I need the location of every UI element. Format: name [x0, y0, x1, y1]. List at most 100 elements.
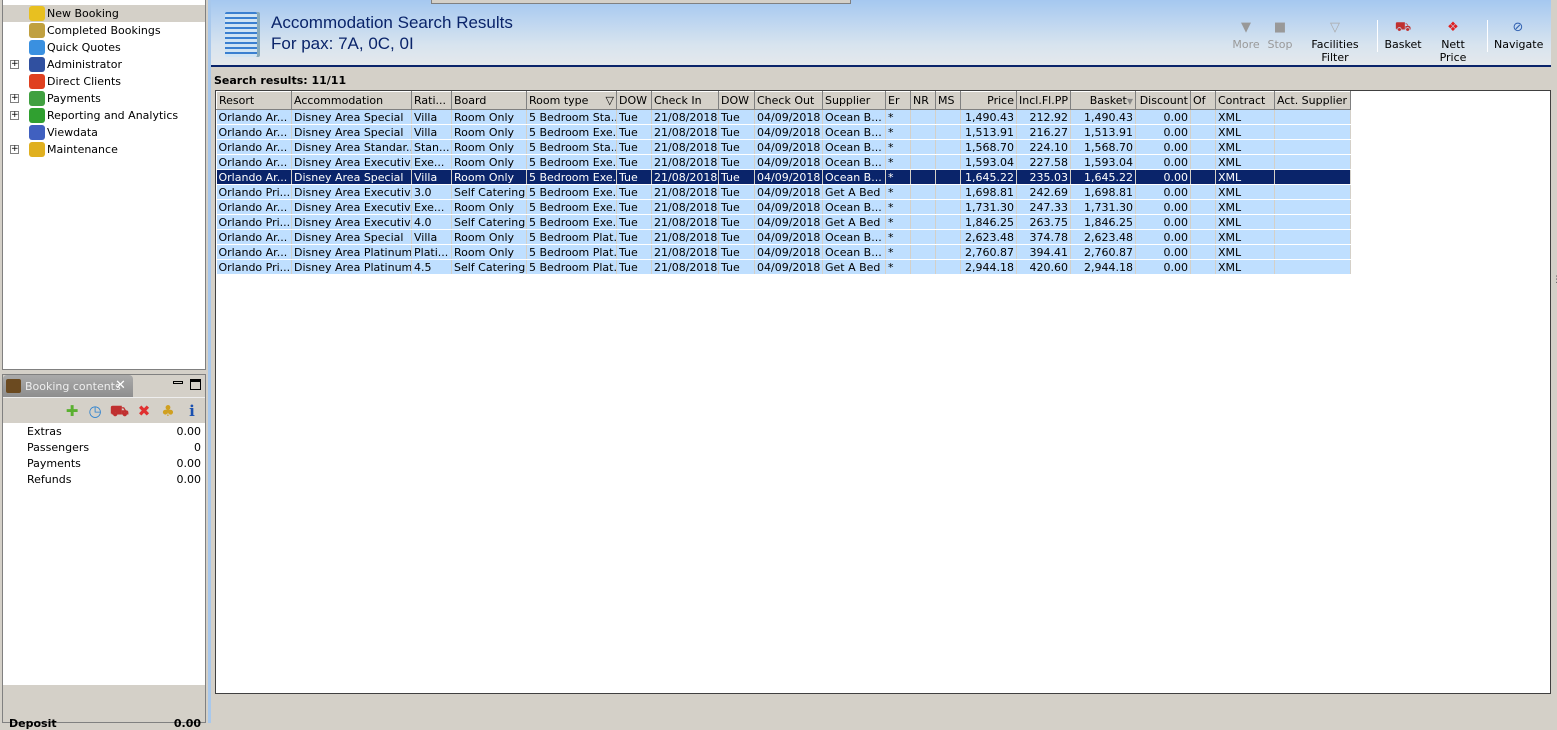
cell-supplier: Ocean B... [822, 139, 886, 155]
nav-item-reporting-and-analytics[interactable]: + Reporting and Analytics [3, 107, 205, 124]
cell-discount: 0.00 [1135, 244, 1191, 260]
minimize-button[interactable] [173, 381, 183, 384]
cell-nr [910, 139, 936, 155]
cell-basket: 2,760.87 [1070, 244, 1136, 260]
nav-item-viewdata[interactable]: Viewdata [3, 124, 205, 141]
delete-icon[interactable]: ✖ [135, 402, 153, 420]
column-header-check-out[interactable]: Check Out [754, 91, 823, 110]
column-header-label: Accommodation [294, 94, 384, 107]
cell-of [1190, 214, 1216, 230]
nav-item-payments[interactable]: + Payments [3, 90, 205, 107]
column-header-dow[interactable]: DOW [616, 91, 652, 110]
cell-rati: Villa [411, 124, 452, 140]
table-row[interactable]: Orlando Pri... Disney Area Executiv... 3.0… [216, 184, 1351, 200]
cell-incl-fl-pp: 212.92 [1016, 109, 1071, 125]
column-header-act-supplier[interactable]: Act. Supplier [1274, 91, 1351, 110]
cell-board: Room Only [451, 169, 527, 185]
add-icon[interactable]: ✚ [63, 402, 81, 420]
column-header-supplier[interactable]: Supplier [822, 91, 886, 110]
status-bar [211, 696, 1557, 723]
column-header-check-in[interactable]: Check In [651, 91, 719, 110]
cell-act-supplier [1274, 184, 1351, 200]
column-header-contract[interactable]: Contract [1215, 91, 1275, 110]
column-header-of[interactable]: Of [1190, 91, 1216, 110]
gift-person-icon [29, 74, 45, 89]
close-icon[interactable]: ✕ [115, 378, 126, 393]
cell-nr [910, 259, 936, 275]
cell-check-in: 21/08/2018 [651, 229, 719, 245]
column-header-room-type[interactable]: Room type ▽ [526, 91, 617, 110]
info-icon[interactable]: i [183, 402, 201, 420]
booking-contents-tab[interactable]: Booking contents ✕ [3, 375, 133, 397]
column-header-er[interactable]: Er [885, 91, 911, 110]
row-value: 0.00 [176, 473, 202, 486]
cell-dow: Tue [718, 199, 755, 215]
report-icon [29, 108, 45, 123]
facilities-filter-button[interactable]: ▽ Facilities Filter [1299, 20, 1371, 64]
row-value: 0.00 [176, 457, 202, 470]
table-row[interactable]: Orlando Pri... Disney Area Platinum... 4.5… [216, 259, 1351, 275]
nav-item-direct-clients[interactable]: Direct Clients [3, 73, 205, 90]
stop-button[interactable]: ■ Stop [1266, 20, 1294, 51]
cell-incl-fl-pp: 394.41 [1016, 244, 1071, 260]
column-header-board[interactable]: Board [451, 91, 527, 110]
expand-icon[interactable]: + [10, 111, 19, 120]
column-header-label: Price [987, 94, 1014, 107]
column-header-accommodation[interactable]: Accommodation [291, 91, 412, 110]
nav-item-new-booking[interactable]: New Booking [3, 5, 205, 22]
cell-supplier: Ocean B... [822, 244, 886, 260]
column-header-incl-fl-pp[interactable]: Incl.Fl.PP [1016, 91, 1071, 110]
column-header-basket[interactable]: Basket▼ [1070, 91, 1136, 110]
expand-icon[interactable]: + [10, 60, 19, 69]
column-header-resort[interactable]: Resort [216, 91, 292, 110]
cell-rati: Villa [411, 169, 452, 185]
clock-icon[interactable]: ◷ [86, 402, 104, 420]
cell-check-in: 21/08/2018 [651, 244, 719, 260]
cell-dow: Tue [616, 109, 652, 125]
nett-price-button[interactable]: ❖ Nett Price [1428, 20, 1478, 64]
filter-icon[interactable]: ▽ [606, 94, 614, 107]
cell-board: Room Only [451, 139, 527, 155]
table-row[interactable]: Orlando Ar... Disney Area Special Villa Roo… [216, 109, 1351, 125]
column-header-nr[interactable]: NR [910, 91, 936, 110]
table-row[interactable]: Orlando Ar... Disney Area Executiv... Exe.… [216, 154, 1351, 170]
cell-of [1190, 259, 1216, 275]
table-row[interactable]: Orlando Pri... Disney Area Executiv... 4.0… [216, 214, 1351, 230]
basket-transfer-icon[interactable]: ⛟ [110, 402, 129, 420]
expand-icon[interactable]: + [10, 94, 19, 103]
column-header-dow[interactable]: DOW [718, 91, 755, 110]
basket-button[interactable]: ⛟ Basket [1384, 20, 1422, 51]
cell-accommodation: Disney Area Executiv... [291, 184, 412, 200]
column-header-rati[interactable]: Rati... [411, 91, 452, 110]
expand-icon[interactable]: + [10, 145, 19, 154]
table-row[interactable]: Orlando Ar... Disney Area Special Villa Roo… [216, 169, 1351, 185]
more-button[interactable]: ▼ More [1232, 20, 1260, 51]
nav-item-administrator[interactable]: + Administrator [3, 56, 205, 73]
nav-item-quick-quotes[interactable]: Quick Quotes [3, 39, 205, 56]
column-header-label: Act. Supplier [1277, 94, 1348, 107]
nav-item-maintenance[interactable]: + Maintenance [3, 141, 205, 158]
splitter-grip[interactable]: ⋮ [1552, 275, 1557, 285]
table-row[interactable]: Orlando Ar... Disney Area Standar... Stan.… [216, 139, 1351, 155]
cell-rati: Villa [411, 229, 452, 245]
cell-basket: 1,731.30 [1070, 199, 1136, 215]
palm-island-icon[interactable]: ♣ [159, 402, 177, 420]
table-row[interactable]: Orlando Ar... Disney Area Platinum... Plat… [216, 244, 1351, 260]
table-row[interactable]: Orlando Ar... Disney Area Special Villa Roo… [216, 229, 1351, 245]
cell-resort: Orlando Ar... [216, 229, 292, 245]
cell-act-supplier [1274, 214, 1351, 230]
cell-discount: 0.00 [1135, 184, 1191, 200]
column-header-discount[interactable]: Discount [1135, 91, 1191, 110]
cell-accommodation: Disney Area Executiv... [291, 154, 412, 170]
table-row[interactable]: Orlando Ar... Disney Area Special Villa Roo… [216, 124, 1351, 140]
table-row[interactable]: Orlando Ar... Disney Area Executiv... Exe.… [216, 199, 1351, 215]
column-header-ms[interactable]: MS [935, 91, 961, 110]
row-value: 0.00 [176, 425, 202, 438]
nav-item-completed-bookings[interactable]: Completed Bookings [3, 22, 205, 39]
cell-contract: XML [1215, 184, 1275, 200]
navigate-button[interactable]: ⊘ Navigate [1494, 20, 1543, 51]
cell-check-out: 04/09/2018 [754, 214, 823, 230]
maximize-button[interactable] [190, 379, 201, 390]
column-header-price[interactable]: Price [960, 91, 1017, 110]
tab-strip [431, 0, 851, 4]
